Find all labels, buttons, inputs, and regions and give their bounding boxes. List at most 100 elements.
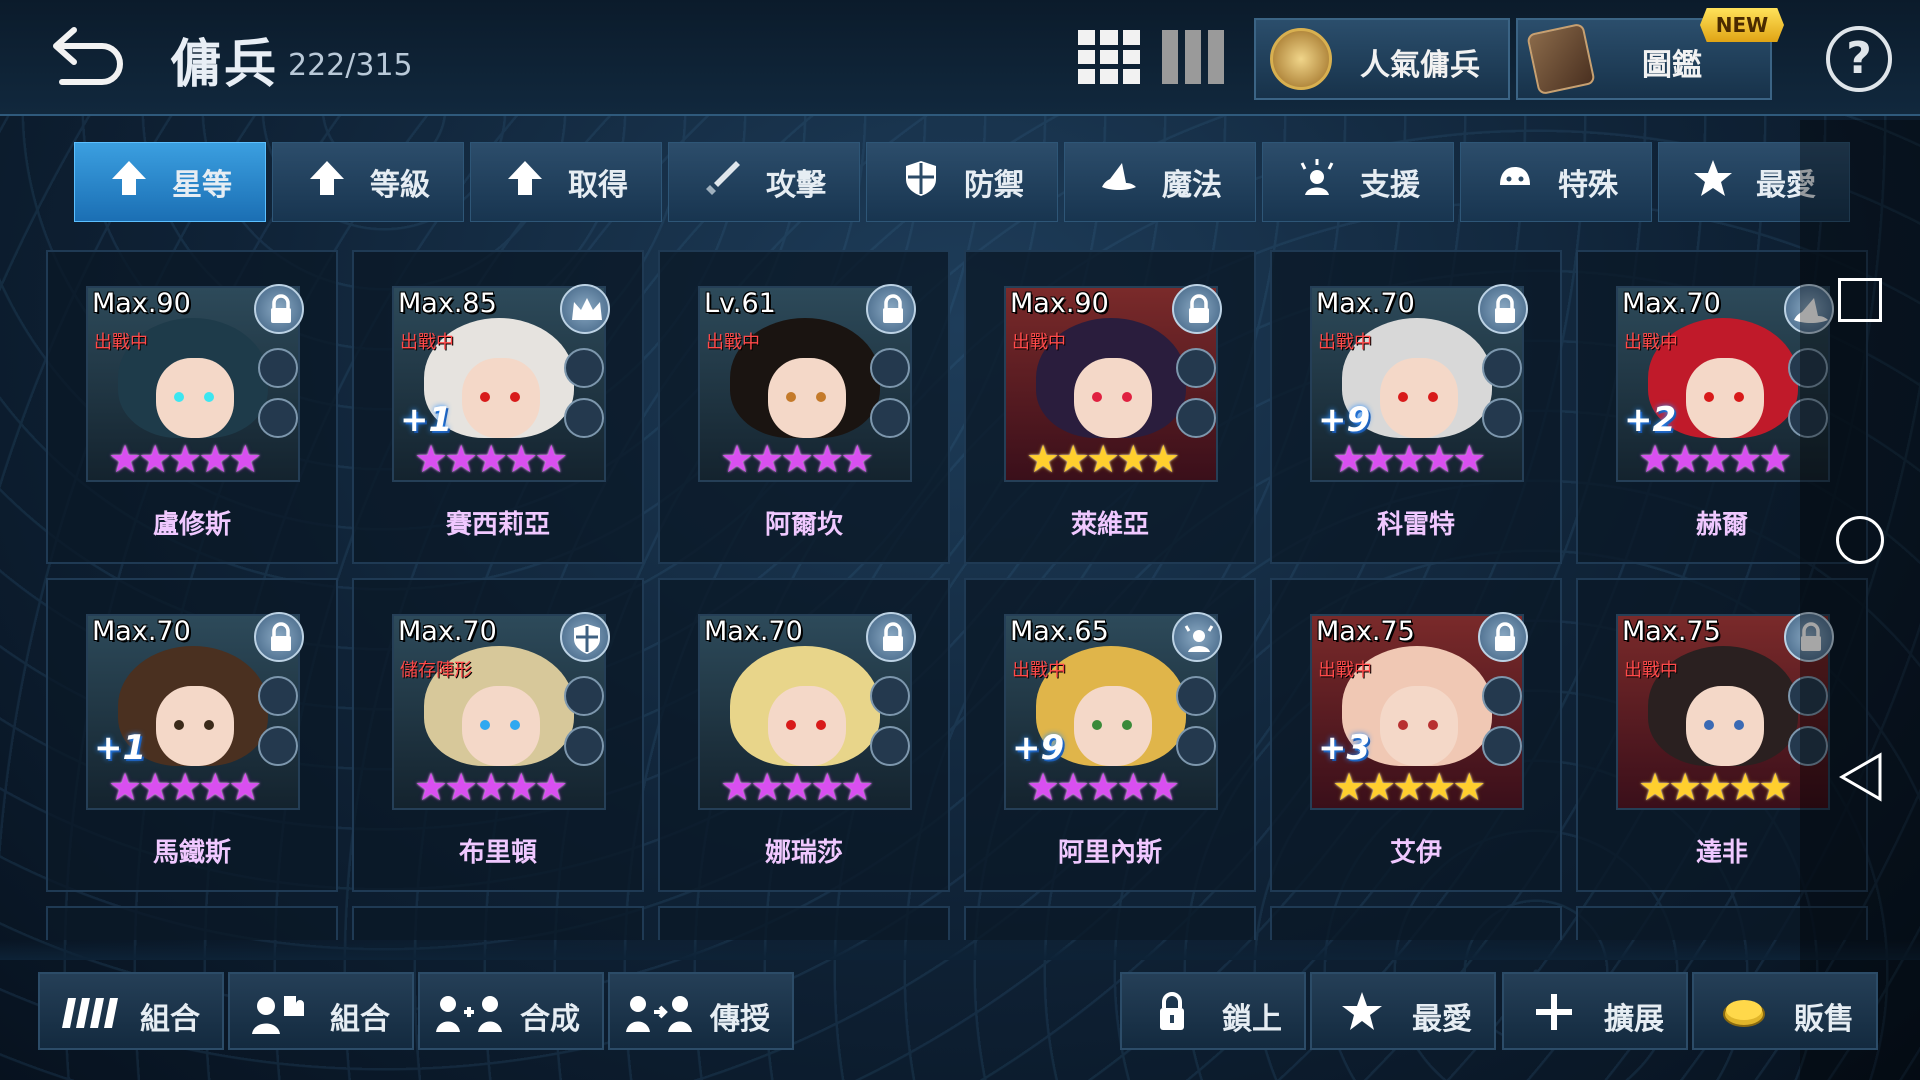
skill-icon (564, 726, 604, 766)
sort-tab-3[interactable]: 攻擊 (668, 142, 860, 222)
lock-icon[interactable] (1172, 284, 1222, 334)
deploy-status: 出戰中 (1624, 332, 1678, 353)
bottom-button-label: 最愛 (1412, 1002, 1472, 1037)
bottom-button-3[interactable]: 傳授 (608, 972, 794, 1050)
card-partial (46, 906, 338, 940)
mercenary-name: 萊維亞 (1070, 510, 1149, 540)
magic-hat-icon (1098, 157, 1140, 207)
mercenary-name: 布里頓 (458, 838, 537, 868)
deploy-status: 出戰中 (1012, 660, 1066, 681)
level-label: Max.75 (1316, 616, 1415, 647)
mercenary-name: 科雷特 (1376, 510, 1455, 540)
sort-tab-label: 攻擊 (766, 168, 826, 203)
mercenary-name: 阿里內斯 (1057, 838, 1162, 868)
bottom-button-label: 鎖上 (1222, 1002, 1282, 1037)
mercenary-card[interactable]: Max.90 出戰中 ★★★★★ 盧修斯 (46, 250, 338, 564)
bottom-button-1[interactable]: 組合 (228, 972, 414, 1050)
mercenary-name: 賽西莉亞 (445, 510, 550, 540)
star-rating: ★★★★★ (720, 765, 874, 809)
sort-tab-label: 星等 (172, 168, 232, 203)
plus-level: +3 (1318, 728, 1371, 768)
bottom-button-6[interactable]: 擴展 (1502, 972, 1688, 1050)
skill-icon (870, 398, 910, 438)
support-icon[interactable] (1172, 612, 1222, 662)
sort-tab-label: 防禦 (964, 168, 1024, 203)
home-button[interactable] (1836, 516, 1884, 564)
bottom-button-4[interactable]: 鎖上 (1120, 972, 1306, 1050)
level-label: Max.90 (1010, 288, 1109, 319)
card-partial (1270, 906, 1562, 940)
bottom-button-label: 擴展 (1604, 1002, 1664, 1037)
help-button[interactable]: ? (1826, 26, 1892, 92)
star-rating: ★★★★★ (1026, 437, 1180, 481)
skill-icon (564, 676, 604, 716)
sort-tab-1[interactable]: 等級 (272, 142, 464, 222)
sort-tab-6[interactable]: 支援 (1262, 142, 1454, 222)
bottom-button-0[interactable]: 組合 (38, 972, 224, 1050)
sort-tab-4[interactable]: 防禦 (866, 142, 1058, 222)
lock-icon[interactable] (866, 612, 916, 662)
mercenary-name: 阿爾坎 (764, 510, 843, 540)
page-title: 傭兵 (170, 35, 279, 95)
recent-apps-button[interactable] (1838, 278, 1882, 322)
sort-tab-5[interactable]: 魔法 (1064, 142, 1256, 222)
sort-tab-label: 魔法 (1162, 168, 1222, 203)
mercenary-card[interactable]: Max.75 出戰中 +3 ★★★★★ 艾伊 (1270, 578, 1562, 892)
level-label: Max.85 (398, 288, 497, 319)
star-rating: ★★★★★ (720, 437, 874, 481)
sort-tab-0[interactable]: 星等 (74, 142, 266, 222)
popular-mercenary-label: 人氣傭兵 (1360, 48, 1480, 83)
mercenary-card[interactable]: Max.70 出戰中 +9 ★★★★★ 科雷特 (1270, 250, 1562, 564)
skill-icon (258, 348, 298, 388)
grid-view-button[interactable] (1078, 30, 1140, 84)
deploy-status: 出戰中 (1318, 660, 1372, 681)
plus-level: +9 (1012, 728, 1065, 768)
bottom-button-label: 合成 (520, 1002, 580, 1037)
level-label: Max.70 (1316, 288, 1415, 319)
list-view-button[interactable] (1162, 30, 1224, 84)
skill-icon (258, 676, 298, 716)
lock-icon[interactable] (254, 284, 304, 334)
mercenary-card[interactable]: Lv.61 出戰中 ★★★★★ 阿爾坎 (658, 250, 950, 564)
sort-tab-2[interactable]: 取得 (470, 142, 662, 222)
bottom-button-2[interactable]: 合成 (418, 972, 604, 1050)
star-rating: ★★★★★ (108, 765, 262, 809)
popular-mercenary-button[interactable]: 人氣傭兵 (1254, 18, 1510, 100)
lock-icon[interactable] (866, 284, 916, 334)
new-badge: NEW (1700, 8, 1784, 42)
level-label: Max.70 (398, 616, 497, 647)
special-icon (1494, 157, 1536, 207)
sort-tab-7[interactable]: 特殊 (1460, 142, 1652, 222)
bottom-button-5[interactable]: 最愛 (1310, 972, 1496, 1050)
bottom-button-7[interactable]: 販售 (1692, 972, 1878, 1050)
crown-icon[interactable] (560, 284, 610, 334)
system-nav-bar (1800, 120, 1920, 1080)
star-rating: ★★★★★ (1638, 765, 1792, 809)
mercenary-card[interactable]: Max.85 出戰中 +1 ★★★★★ 賽西莉亞 (352, 250, 644, 564)
skill-icon (564, 398, 604, 438)
mercenary-card[interactable]: Max.70 +1 ★★★★★ 馬鐵斯 (46, 578, 338, 892)
level-label: Max.90 (92, 288, 191, 319)
back-button[interactable] (48, 22, 128, 86)
bottom-button-label: 組合 (330, 1002, 390, 1037)
mercenary-card[interactable]: Max.70 儲存陣形 ★★★★★ 布里頓 (352, 578, 644, 892)
mercenary-card[interactable]: Max.70 ★★★★★ 娜瑞莎 (658, 578, 950, 892)
mercenary-card[interactable]: Max.65 出戰中 +9 ★★★★★ 阿里內斯 (964, 578, 1256, 892)
plus-level: +1 (400, 400, 453, 440)
back-nav-button[interactable] (1838, 752, 1884, 802)
mercenary-name: 盧修斯 (152, 510, 231, 540)
lock-icon[interactable] (1478, 284, 1528, 334)
card-partial (352, 906, 644, 940)
level-label: Max.65 (1010, 616, 1109, 647)
support-icon (1296, 157, 1338, 207)
star-rating: ★★★★★ (108, 437, 262, 481)
lock-icon[interactable] (1478, 612, 1528, 662)
star-rating: ★★★★★ (414, 437, 568, 481)
shield-icon[interactable] (560, 612, 610, 662)
level-label: Max.70 (1622, 288, 1721, 319)
sort-tab-label: 特殊 (1558, 168, 1618, 203)
mercenary-card[interactable]: Max.90 出戰中 ★★★★★ 萊維亞 (964, 250, 1256, 564)
bottom-button-label: 販售 (1794, 1002, 1854, 1037)
lock-icon[interactable] (254, 612, 304, 662)
level-label: Max.75 (1622, 616, 1721, 647)
